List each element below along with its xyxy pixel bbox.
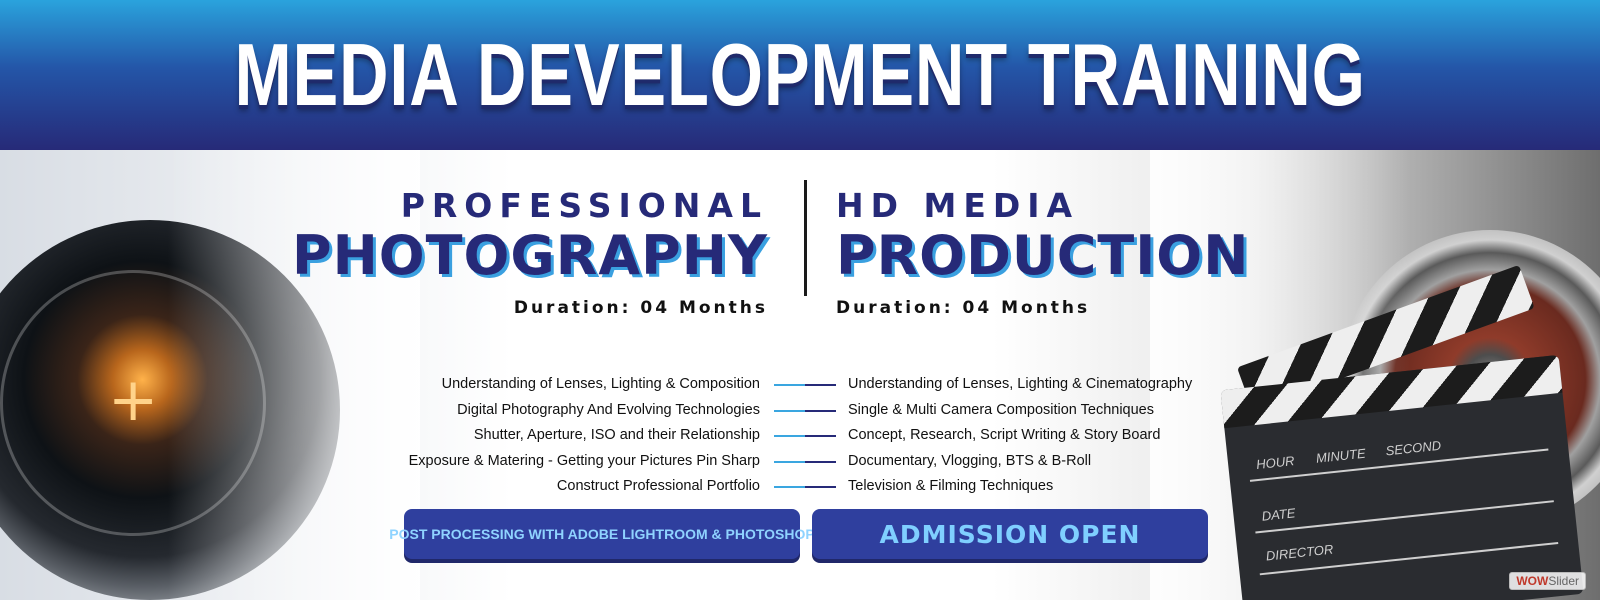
connector-line [774, 423, 836, 449]
list-item: Exposure & Matering - Getting your Pictu… [408, 452, 760, 469]
clapper-date-label: DATE [1260, 505, 1297, 524]
banner-slide: + HOUR MINUTE SECOND DATE DIRECTOR MEDIA… [0, 0, 1600, 600]
watermark-part2: Slider [1548, 574, 1579, 588]
connector-line [774, 372, 836, 398]
post-processing-label: POST PROCESSING WITH ADOBE LIGHTROOM & P… [389, 526, 815, 542]
photography-curriculum-list: Understanding of Lenses, Lighting & Comp… [409, 372, 760, 500]
photography-program-heading: PROFESSIONAL PHOTOGRAPHY Duration: 04 Mo… [292, 186, 768, 318]
slider-watermark-link[interactable]: WOWSlider [1509, 572, 1586, 590]
list-item: Television & Filming Techniques [848, 478, 1054, 494]
connector-line [774, 398, 836, 424]
clapper-second-label: SECOND [1384, 437, 1442, 459]
clapperboard-image: HOUR MINUTE SECOND DATE DIRECTOR [1220, 264, 1584, 600]
header-bar: MEDIA DEVELOPMENT TRAINING [0, 0, 1600, 150]
program-subtitle: PROFESSIONAL [400, 186, 768, 225]
program-title: PRODUCTION [836, 224, 1250, 287]
list-item: Single & Multi Camera Composition Techni… [848, 401, 1154, 418]
list-item: Shutter, Aperture, ISO and their Relatio… [473, 427, 760, 443]
list-connectors [774, 372, 836, 500]
list-item: Understanding of Lenses, Lighting & Comp… [441, 376, 760, 392]
list-item: Documentary, Vlogging, BTS & B-Roll [848, 452, 1092, 469]
list-item: Concept, Research, Script Writing & Stor… [848, 427, 1161, 443]
list-item: Construct Professional Portfolio [556, 478, 760, 494]
list-item: Understanding of Lenses, Lighting & Cine… [848, 376, 1193, 392]
list-item: Digital Photography And Evolving Technol… [457, 401, 760, 418]
program-duration: Duration: 04 Months [513, 298, 768, 318]
program-title: PHOTOGRAPHY [292, 224, 768, 287]
page-title: MEDIA DEVELOPMENT TRAINING [234, 25, 1366, 124]
connector-line [774, 474, 836, 500]
post-processing-button[interactable]: POST PROCESSING WITH ADOBE LIGHTROOM & P… [389, 509, 815, 559]
program-duration: Duration: 04 Months [836, 298, 1091, 318]
clapper-minute-label: MINUTE [1315, 445, 1367, 466]
watermark-part1: WOW [1516, 574, 1549, 588]
admission-open-button[interactable]: ADMISSION OPEN [812, 509, 1208, 559]
heading-divider [804, 180, 807, 296]
admission-open-label: ADMISSION OPEN [879, 519, 1141, 549]
production-program-heading: HD MEDIA PRODUCTION Duration: 04 Months [836, 186, 1249, 318]
program-subtitle: HD MEDIA [836, 186, 1080, 225]
production-curriculum-list: Understanding of Lenses, Lighting & Cine… [848, 372, 1192, 500]
clapper-hour-label: HOUR [1255, 453, 1296, 473]
connector-line [774, 449, 836, 475]
clapper-line [1255, 500, 1554, 534]
clapper-director-label: DIRECTOR [1265, 541, 1335, 564]
